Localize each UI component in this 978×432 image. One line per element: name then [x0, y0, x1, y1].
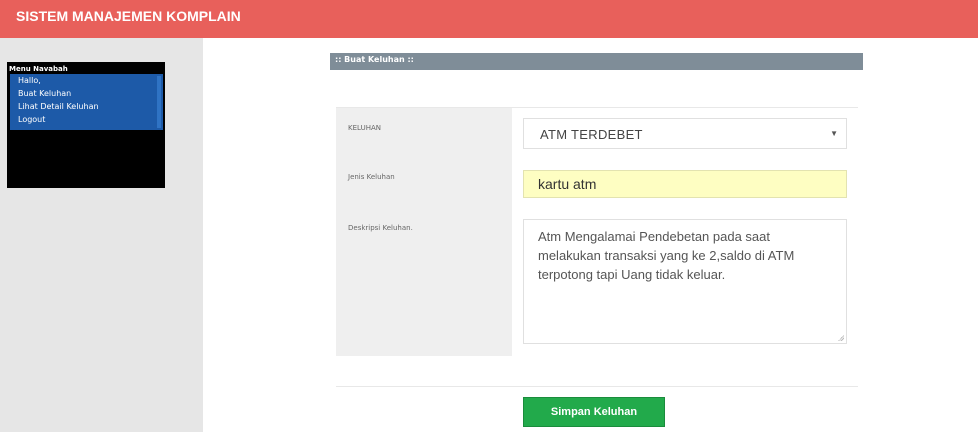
- keluhan-select[interactable]: ATM TERDEBET ▼: [523, 118, 847, 149]
- menu-item-logout[interactable]: Logout: [18, 115, 45, 124]
- jenis-keluhan-value: kartu atm: [538, 176, 597, 192]
- deskripsi-keluhan-textarea[interactable]: Atm Mengalamai Pendebetan pada saat mela…: [523, 219, 847, 344]
- app-header: SISTEM MANAJEMEN KOMPLAIN: [0, 0, 978, 38]
- deskripsi-keluhan-label: Deskripsi Keluhan.: [348, 224, 413, 232]
- resize-handle-icon[interactable]: [838, 335, 844, 341]
- panel-title-bar: :: Buat Keluhan ::: [330, 53, 863, 70]
- sidebar: Menu Navabah Hallo, Buat Keluhan Lihat D…: [0, 38, 203, 432]
- chevron-down-icon: ▼: [830, 129, 838, 138]
- app-title: SISTEM MANAJEMEN KOMPLAIN: [16, 8, 241, 24]
- menu-item-lihat-detail-keluhan[interactable]: Lihat Detail Keluhan: [18, 102, 99, 111]
- menu-list: Hallo, Buat Keluhan Lihat Detail Keluhan…: [10, 74, 163, 130]
- form-label-column: KELUHAN Jenis Keluhan Deskripsi Keluhan.: [336, 108, 512, 356]
- jenis-keluhan-label: Jenis Keluhan: [348, 173, 395, 181]
- simpan-keluhan-button[interactable]: Simpan Keluhan: [523, 397, 665, 427]
- navigation-menu: Menu Navabah Hallo, Buat Keluhan Lihat D…: [7, 62, 165, 188]
- menu-item-hallo[interactable]: Hallo,: [18, 76, 41, 85]
- keluhan-selected-value: ATM TERDEBET: [540, 127, 643, 142]
- panel-title: :: Buat Keluhan ::: [335, 55, 414, 64]
- jenis-keluhan-input[interactable]: kartu atm: [523, 170, 847, 198]
- form-divider: [336, 386, 858, 387]
- menu-title: Menu Navabah: [9, 65, 68, 73]
- deskripsi-keluhan-value: Atm Mengalamai Pendebetan pada saat mela…: [538, 229, 795, 282]
- keluhan-label: KELUHAN: [348, 124, 381, 132]
- menu-item-buat-keluhan[interactable]: Buat Keluhan: [18, 89, 71, 98]
- menu-scrollbar[interactable]: [157, 76, 161, 128]
